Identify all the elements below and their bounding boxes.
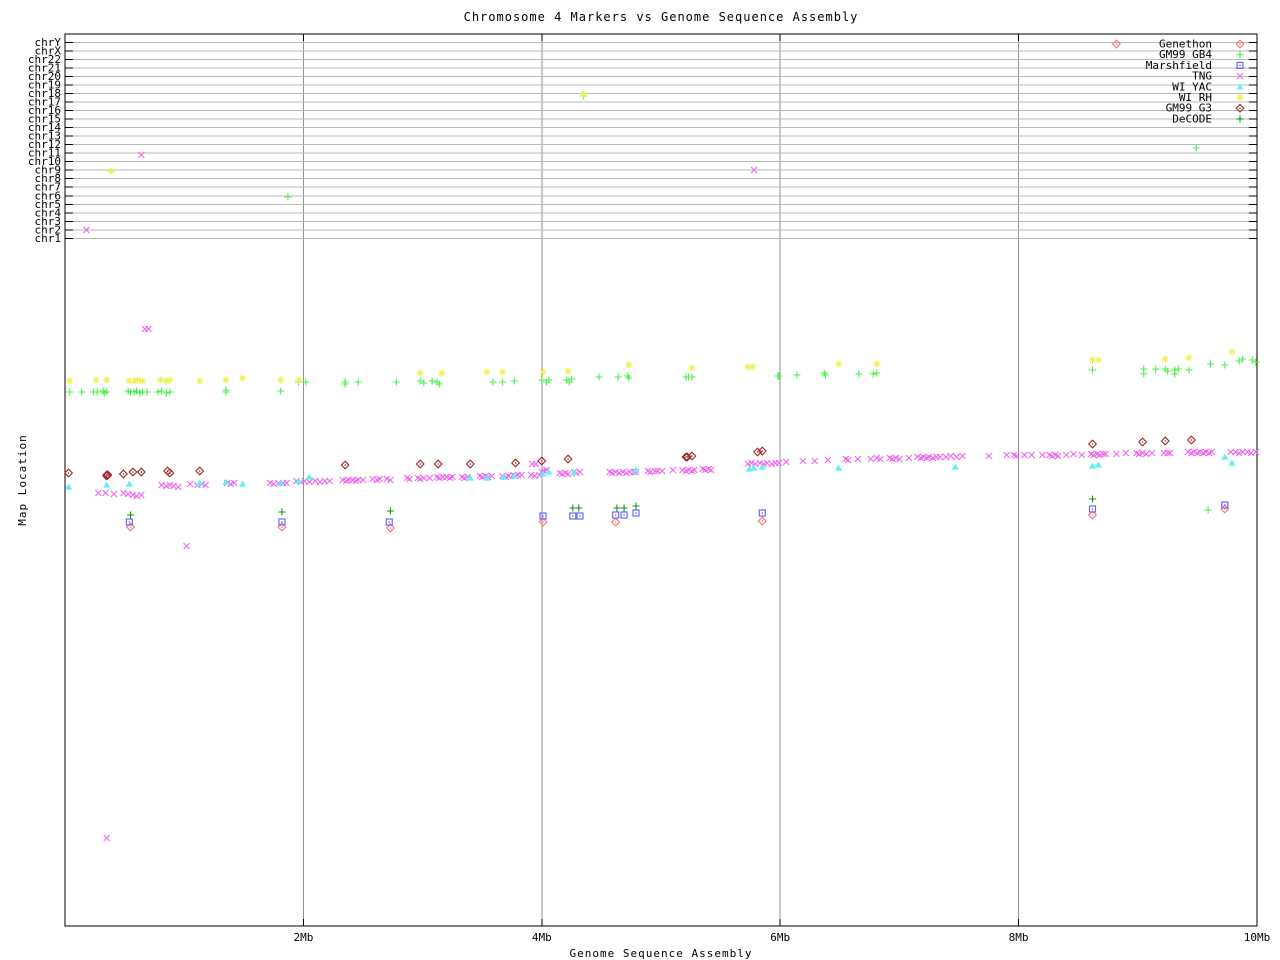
legend-marker-genethon xyxy=(1235,39,1245,49)
plot-border xyxy=(64,33,1258,927)
chart-root: Chromosome 4 Markers vs Genome Sequence … xyxy=(0,0,1280,960)
xtick-label-4mb: 4Mb xyxy=(532,931,552,944)
plot-canvas: 2Mb 4Mb 6Mb 8Mb 10MbchrYchrXchr22chr21chr20c… xyxy=(28,33,1271,944)
legend-marker-gm99-gb4 xyxy=(1236,51,1244,59)
legend-marker-wi-yac xyxy=(1236,83,1244,90)
xtick-label-6mb: 6Mb xyxy=(770,931,790,944)
series-tng xyxy=(83,151,1260,842)
series-gm99-gb4 xyxy=(66,92,1260,514)
series-genethon xyxy=(125,39,1230,533)
series-decode xyxy=(127,495,1096,519)
ytick-label-chr1: chr1 xyxy=(35,232,62,245)
legend-label-decode: DeCODE xyxy=(1172,112,1212,125)
series-marshfield xyxy=(125,501,1229,526)
xtick-label-10mb: 10Mb xyxy=(1244,931,1271,944)
series-gm99-g3 xyxy=(63,435,1197,481)
series-wi-rh xyxy=(66,90,1236,385)
legend-marker-wi-rh xyxy=(1236,94,1244,101)
legend-marker-decode xyxy=(1236,115,1244,123)
xtick-label-8mb: 8Mb xyxy=(1009,931,1029,944)
xtick-label-2mb: 2Mb xyxy=(293,931,313,944)
